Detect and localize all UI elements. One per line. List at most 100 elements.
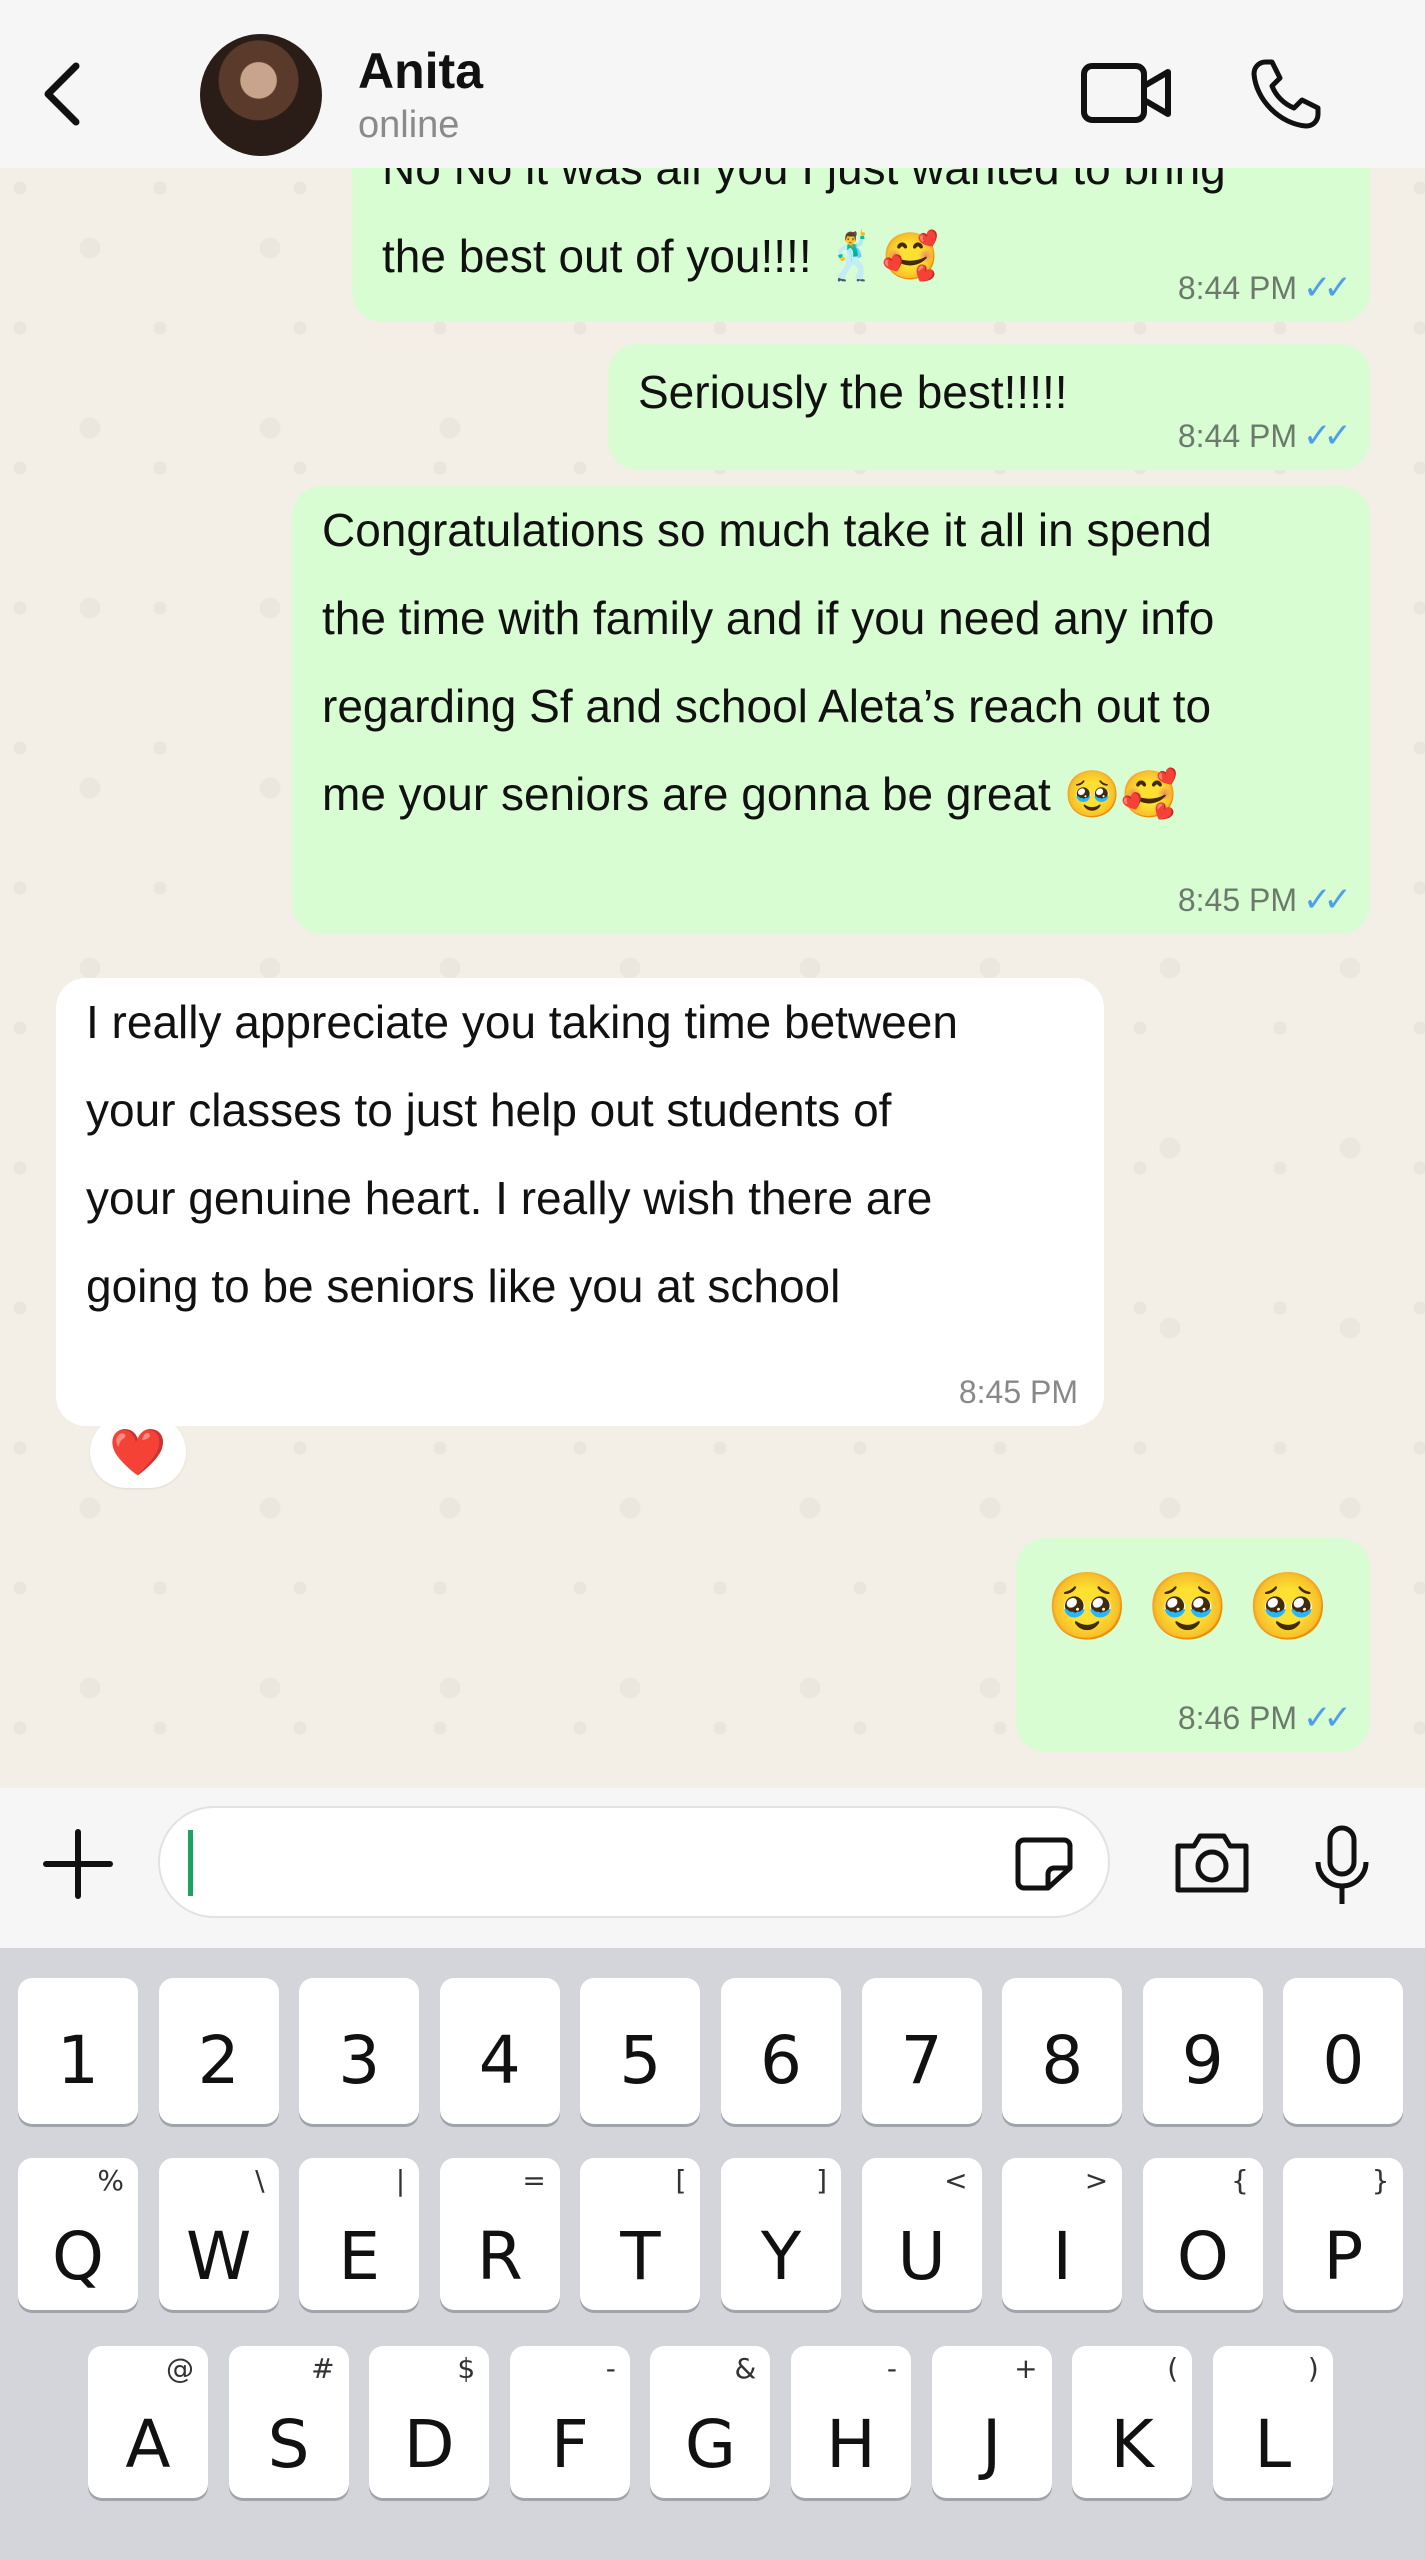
message-input[interactable] bbox=[158, 1806, 1110, 1918]
key-label: 8 bbox=[1041, 2022, 1084, 2099]
video-call-icon[interactable] bbox=[1080, 58, 1172, 128]
message-line: Congratulations so much take it all in s… bbox=[322, 504, 1212, 556]
message-line: me your seniors are gonna be great 🥹🥰 bbox=[322, 768, 1179, 820]
message-time: 8:46 PM bbox=[1177, 1700, 1298, 1736]
message-line: Seriously the best!!!!! bbox=[638, 366, 1068, 418]
message-line: going to be seniors like you at school bbox=[86, 1260, 841, 1312]
key-label: 1 bbox=[57, 2022, 99, 2099]
message-line: the time with family and if you need any… bbox=[322, 592, 1215, 644]
key-u[interactable]: U < bbox=[861, 2158, 982, 2310]
key-secondary-label: < bbox=[944, 2164, 968, 2197]
key-4[interactable]: 4 bbox=[439, 1978, 560, 2124]
key-t[interactable]: T[ bbox=[580, 2158, 701, 2310]
key-secondary-label: ) bbox=[1307, 2352, 1319, 2385]
read-ticks-icon: ✓✓ bbox=[1303, 417, 1352, 455]
message-outgoing[interactable]: 🥹 🥹 🥹 8:46 PM ✓✓ bbox=[1016, 1538, 1370, 1752]
key-l[interactable]: L) bbox=[1212, 2346, 1333, 2498]
key-8[interactable]: 8 bbox=[1002, 1978, 1123, 2124]
contact-status: online bbox=[358, 104, 460, 146]
read-ticks-icon: ✓✓ bbox=[1303, 269, 1352, 307]
key-5[interactable]: 5 bbox=[580, 1978, 701, 2124]
key-3[interactable]: 3 bbox=[299, 1978, 420, 2124]
key-label: P bbox=[1323, 2218, 1364, 2295]
message-line: No No it was all you I just wanted to br… bbox=[382, 168, 1226, 194]
key-o[interactable]: O{ bbox=[1142, 2158, 1263, 2310]
key-label: R bbox=[476, 2218, 523, 2295]
key-label: K bbox=[1110, 2406, 1154, 2483]
key-secondary-label: $ bbox=[457, 2352, 476, 2385]
key-secondary-label: & bbox=[734, 2352, 757, 2385]
message-outgoing[interactable]: Congratulations so much take it all in s… bbox=[292, 486, 1370, 934]
key-label: Q bbox=[52, 2218, 104, 2295]
message-time: 8:44 PM bbox=[1177, 418, 1298, 454]
message-meta: 8:45 PM ✓✓ bbox=[1178, 880, 1352, 920]
key-i[interactable]: I > bbox=[1002, 2158, 1123, 2310]
key-2[interactable]: 2 bbox=[158, 1978, 279, 2124]
microphone-icon[interactable] bbox=[1312, 1824, 1372, 1908]
key-p[interactable]: P} bbox=[1283, 2158, 1404, 2310]
key-w[interactable]: W \ bbox=[158, 2158, 279, 2310]
key-secondary-label: } bbox=[1371, 2164, 1390, 2197]
key-secondary-label: ] bbox=[816, 2164, 827, 2197]
key-a[interactable]: A @ bbox=[88, 2346, 208, 2498]
message-incoming[interactable]: I really appreciate you taking time betw… bbox=[56, 978, 1104, 1426]
key-q[interactable]: Q% bbox=[18, 2158, 138, 2310]
key-label: I bbox=[1052, 2218, 1072, 2295]
key-label: J bbox=[981, 2406, 1002, 2483]
key-0[interactable]: 0 bbox=[1283, 1978, 1404, 2124]
key-label: 6 bbox=[760, 2022, 802, 2099]
key-secondary-label: | bbox=[395, 2164, 406, 2197]
key-j[interactable]: J + bbox=[931, 2346, 1052, 2498]
message-time: 8:45 PM bbox=[958, 1374, 1078, 1410]
chat-area[interactable]: No No it was all you I just wanted to br… bbox=[0, 168, 1425, 1788]
key-f[interactable]: F- bbox=[509, 2346, 630, 2498]
key-label: L bbox=[1254, 2406, 1292, 2483]
key-d[interactable]: D $ bbox=[369, 2346, 490, 2498]
camera-icon[interactable] bbox=[1172, 1828, 1252, 1896]
key-label: U bbox=[897, 2218, 946, 2295]
key-secondary-label: + bbox=[1014, 2352, 1038, 2385]
message-outgoing[interactable]: Seriously the best!!!!! 8:44 PM ✓✓ bbox=[608, 344, 1370, 470]
avatar[interactable] bbox=[200, 34, 322, 156]
key-g[interactable]: G & bbox=[650, 2346, 771, 2498]
key-secondary-label: > bbox=[1084, 2164, 1109, 2197]
back-chevron-icon[interactable] bbox=[36, 54, 96, 134]
on-screen-keyboard: 1234567890 Q% W \ E | R = T[Y] U < I > O{P} A @ S # D $ F -… bbox=[0, 1948, 1425, 2560]
key-h[interactable]: H- bbox=[791, 2346, 911, 2498]
key-e[interactable]: E | bbox=[299, 2158, 420, 2310]
key-secondary-label: ( bbox=[1167, 2352, 1179, 2385]
key-secondary-label: { bbox=[1230, 2164, 1249, 2197]
message-line: your classes to just help out students o… bbox=[86, 1084, 892, 1136]
key-label: 4 bbox=[478, 2022, 521, 2099]
message-line: 🥹 🥹 🥹 bbox=[1046, 1569, 1330, 1643]
plus-icon[interactable] bbox=[40, 1826, 116, 1902]
key-6[interactable]: 6 bbox=[721, 1978, 841, 2124]
read-ticks-icon: ✓✓ bbox=[1303, 1699, 1352, 1737]
key-label: D bbox=[403, 2406, 455, 2483]
key-s[interactable]: S # bbox=[228, 2346, 349, 2498]
key-secondary-label: # bbox=[311, 2352, 335, 2385]
message-meta: 8:45 PM bbox=[959, 1372, 1078, 1412]
phone-call-icon[interactable] bbox=[1248, 56, 1324, 132]
message-line: I really appreciate you taking time betw… bbox=[86, 996, 958, 1048]
key-secondary-label: - bbox=[886, 2352, 897, 2385]
key-secondary-label: = bbox=[522, 2164, 546, 2197]
key-k[interactable]: K( bbox=[1072, 2346, 1193, 2498]
key-label: 3 bbox=[338, 2022, 381, 2099]
key-label: A bbox=[125, 2406, 171, 2483]
key-9[interactable]: 9 bbox=[1142, 1978, 1263, 2124]
heart-reaction[interactable]: ❤️ bbox=[90, 1416, 186, 1488]
message-line: your genuine heart. I really wish there … bbox=[86, 1172, 933, 1224]
chat-header: Anita online bbox=[0, 0, 1425, 168]
message-line: regarding Sf and school Aleta’s reach ou… bbox=[322, 680, 1212, 732]
message-outgoing[interactable]: No No it was all you I just wanted to br… bbox=[352, 168, 1370, 322]
key-1[interactable]: 1 bbox=[18, 1978, 138, 2124]
sticker-icon[interactable] bbox=[1014, 1836, 1074, 1892]
contact-name[interactable]: Anita bbox=[358, 42, 483, 100]
key-y[interactable]: Y] bbox=[721, 2158, 841, 2310]
key-label: F bbox=[550, 2406, 589, 2483]
text-caret bbox=[188, 1830, 193, 1896]
key-7[interactable]: 7 bbox=[861, 1978, 982, 2124]
key-label: G bbox=[684, 2406, 736, 2483]
key-r[interactable]: R = bbox=[439, 2158, 560, 2310]
